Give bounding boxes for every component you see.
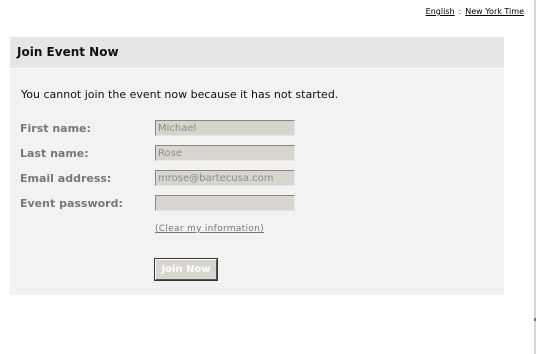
last-name-label: Last name:	[20, 147, 89, 160]
join-event-panel: Join Event Now You cannot join the event…	[10, 37, 504, 295]
first-name-label: First name:	[20, 122, 91, 135]
status-message: You cannot join the event now because it…	[21, 88, 339, 101]
clear-information-link[interactable]: (Clear my information)	[155, 224, 264, 234]
timezone-link[interactable]: New York Time	[465, 7, 524, 16]
language-link[interactable]: English	[426, 7, 455, 16]
last-name-field[interactable]	[155, 145, 295, 161]
email-label: Email address:	[20, 172, 112, 185]
link-separator: :	[458, 7, 462, 16]
panel-title: Join Event Now	[10, 37, 504, 69]
join-now-button[interactable]: Join Now	[154, 258, 218, 281]
event-password-field[interactable]	[155, 195, 295, 211]
first-name-row: First name:	[20, 120, 500, 138]
email-field[interactable]	[155, 170, 295, 186]
first-name-field[interactable]	[155, 120, 295, 136]
password-row: Event password:	[20, 195, 500, 213]
email-row: Email address:	[20, 170, 500, 188]
last-name-row: Last name:	[20, 145, 500, 163]
top-links: English: New York Time	[426, 7, 524, 16]
page: English: New York Time Join Event Now You…	[0, 0, 536, 354]
password-label: Event password:	[20, 197, 123, 210]
